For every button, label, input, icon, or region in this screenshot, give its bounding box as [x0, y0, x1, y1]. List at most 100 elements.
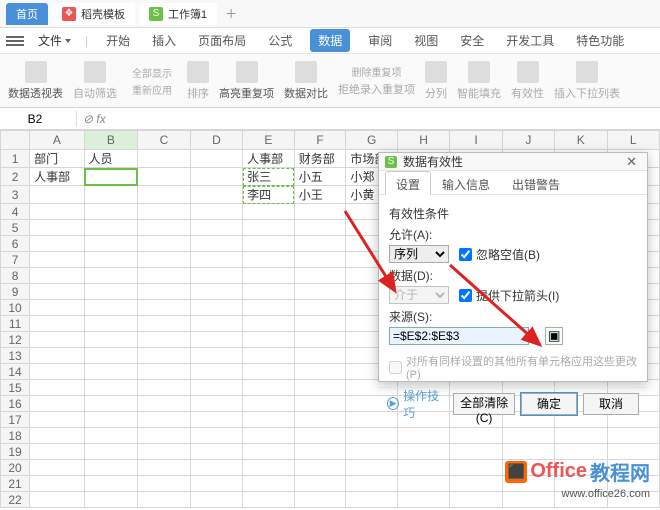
- ribbon-showall-reapply: 全部显示 重新应用: [127, 65, 177, 97]
- tab-template-label: 稻壳模板: [81, 6, 125, 22]
- col-B[interactable]: B: [84, 131, 138, 150]
- ribbon-compare[interactable]: 数据对比: [284, 61, 328, 101]
- ribbon-insertlist-label: 插入下拉列表: [554, 85, 620, 101]
- row-16[interactable]: 16: [1, 396, 30, 412]
- col-J[interactable]: J: [502, 131, 554, 150]
- ribbon-autofilter[interactable]: 自动筛选: [73, 61, 117, 101]
- row-10[interactable]: 10: [1, 300, 30, 316]
- row-7[interactable]: 7: [1, 252, 30, 268]
- row-5[interactable]: 5: [1, 220, 30, 236]
- row-13[interactable]: 13: [1, 348, 30, 364]
- row-6[interactable]: 6: [1, 236, 30, 252]
- menu-layout[interactable]: 页面布局: [194, 30, 250, 51]
- tab-new-button[interactable]: ＋: [221, 4, 241, 24]
- row-11[interactable]: 11: [1, 316, 30, 332]
- cell-F3[interactable]: 小王: [294, 186, 346, 204]
- sheet-icon: S: [149, 7, 163, 21]
- menu-formula[interactable]: 公式: [264, 30, 296, 51]
- row-19[interactable]: 19: [1, 444, 30, 460]
- tab-settings[interactable]: 设置: [385, 171, 431, 195]
- row-9[interactable]: 9: [1, 284, 30, 300]
- ribbon-highlight[interactable]: 高亮重复项: [219, 61, 274, 101]
- tab-workbook[interactable]: S 工作簿1: [139, 3, 217, 25]
- row-2[interactable]: 2: [1, 168, 30, 186]
- ribbon-pivot[interactable]: 数据透视表: [8, 61, 63, 101]
- ribbon-validity[interactable]: 有效性: [511, 61, 544, 101]
- row-14[interactable]: 14: [1, 364, 30, 380]
- cell-D2[interactable]: [190, 168, 242, 186]
- menu-security[interactable]: 安全: [456, 30, 488, 51]
- cancel-button[interactable]: 取消: [583, 393, 639, 415]
- row-20[interactable]: 20: [1, 460, 30, 476]
- annotation-arrow-icon: [445, 260, 565, 360]
- row-22[interactable]: 22: [1, 492, 30, 508]
- ribbon-showall[interactable]: 全部显示: [132, 65, 172, 80]
- row-21[interactable]: 21: [1, 476, 30, 492]
- col-F[interactable]: F: [294, 131, 346, 150]
- dialog-titlebar[interactable]: S 数据有效性 ✕: [379, 153, 647, 171]
- cell-B3[interactable]: [84, 186, 138, 204]
- cell-D1[interactable]: [190, 150, 242, 168]
- col-I[interactable]: I: [450, 131, 502, 150]
- clear-all-button[interactable]: 全部清除(C): [453, 393, 515, 415]
- row-4[interactable]: 4: [1, 204, 30, 220]
- app-tabs: 首页 ❖ 稻壳模板 S 工作簿1 ＋: [0, 0, 660, 28]
- tips-link[interactable]: ▶ 操作技巧: [387, 387, 447, 421]
- cell-C2[interactable]: [138, 168, 190, 186]
- tab-template[interactable]: ❖ 稻壳模板: [52, 3, 135, 25]
- hamburger-icon[interactable]: [6, 34, 24, 48]
- ribbon-reject[interactable]: 删除重复项拒绝录入重复项: [338, 64, 415, 97]
- select-all-corner[interactable]: [1, 131, 30, 150]
- col-H[interactable]: H: [397, 131, 449, 150]
- name-box[interactable]: [0, 112, 70, 126]
- menu-start[interactable]: 开始: [102, 30, 134, 51]
- cell-F2[interactable]: 小五: [294, 168, 346, 186]
- row-12[interactable]: 12: [1, 332, 30, 348]
- tab-input-message[interactable]: 输入信息: [431, 171, 501, 194]
- close-icon[interactable]: ✕: [622, 154, 641, 170]
- cell-A1[interactable]: 部门: [30, 150, 84, 168]
- cell-A3[interactable]: [30, 186, 84, 204]
- row-3[interactable]: 3: [1, 186, 30, 204]
- row-1[interactable]: 1: [1, 150, 30, 168]
- ribbon-fill[interactable]: 智能填充: [457, 61, 501, 101]
- cell-E1[interactable]: 人事部: [243, 150, 295, 168]
- cell-C1[interactable]: [138, 150, 190, 168]
- cell-C3[interactable]: [138, 186, 190, 204]
- cell-E3[interactable]: 李四: [243, 186, 295, 204]
- menu-special[interactable]: 特色功能: [572, 30, 628, 51]
- ribbon-sort[interactable]: 排序: [187, 61, 209, 101]
- cell-E2[interactable]: 张三: [243, 168, 295, 186]
- col-L[interactable]: L: [607, 131, 660, 150]
- formula-input[interactable]: [112, 110, 660, 128]
- menu-review[interactable]: 审阅: [364, 30, 396, 51]
- col-K[interactable]: K: [555, 131, 607, 150]
- menu-dev[interactable]: 开发工具: [502, 30, 558, 51]
- fx-icon[interactable]: ⊘ fx: [83, 112, 106, 126]
- col-A[interactable]: A: [30, 131, 84, 150]
- cell-F1[interactable]: 财务部: [294, 150, 346, 168]
- menu-data[interactable]: 数据: [310, 29, 350, 52]
- cell-B2[interactable]: [84, 168, 138, 186]
- row-17[interactable]: 17: [1, 412, 30, 428]
- tab-home[interactable]: 首页: [6, 3, 48, 25]
- tab-error-alert[interactable]: 出错警告: [501, 171, 571, 194]
- col-D[interactable]: D: [190, 131, 242, 150]
- ribbon-reapply[interactable]: 重新应用: [132, 82, 172, 97]
- col-E[interactable]: E: [243, 131, 295, 150]
- col-G[interactable]: G: [346, 131, 398, 150]
- menu-view[interactable]: 视图: [410, 30, 442, 51]
- ribbon-insertlist[interactable]: 插入下拉列表: [554, 61, 620, 101]
- row-18[interactable]: 18: [1, 428, 30, 444]
- ribbon-compare-label: 数据对比: [284, 85, 328, 101]
- menu-file[interactable]: 文件: [38, 32, 71, 49]
- ribbon-split[interactable]: 分列: [425, 61, 447, 101]
- cell-A2[interactable]: 人事部: [30, 168, 84, 186]
- menu-insert[interactable]: 插入: [148, 30, 180, 51]
- ok-button[interactable]: 确定: [521, 393, 577, 415]
- row-15[interactable]: 15: [1, 380, 30, 396]
- cell-B1[interactable]: 人员: [84, 150, 138, 168]
- col-C[interactable]: C: [138, 131, 190, 150]
- row-8[interactable]: 8: [1, 268, 30, 284]
- cell-D3[interactable]: [190, 186, 242, 204]
